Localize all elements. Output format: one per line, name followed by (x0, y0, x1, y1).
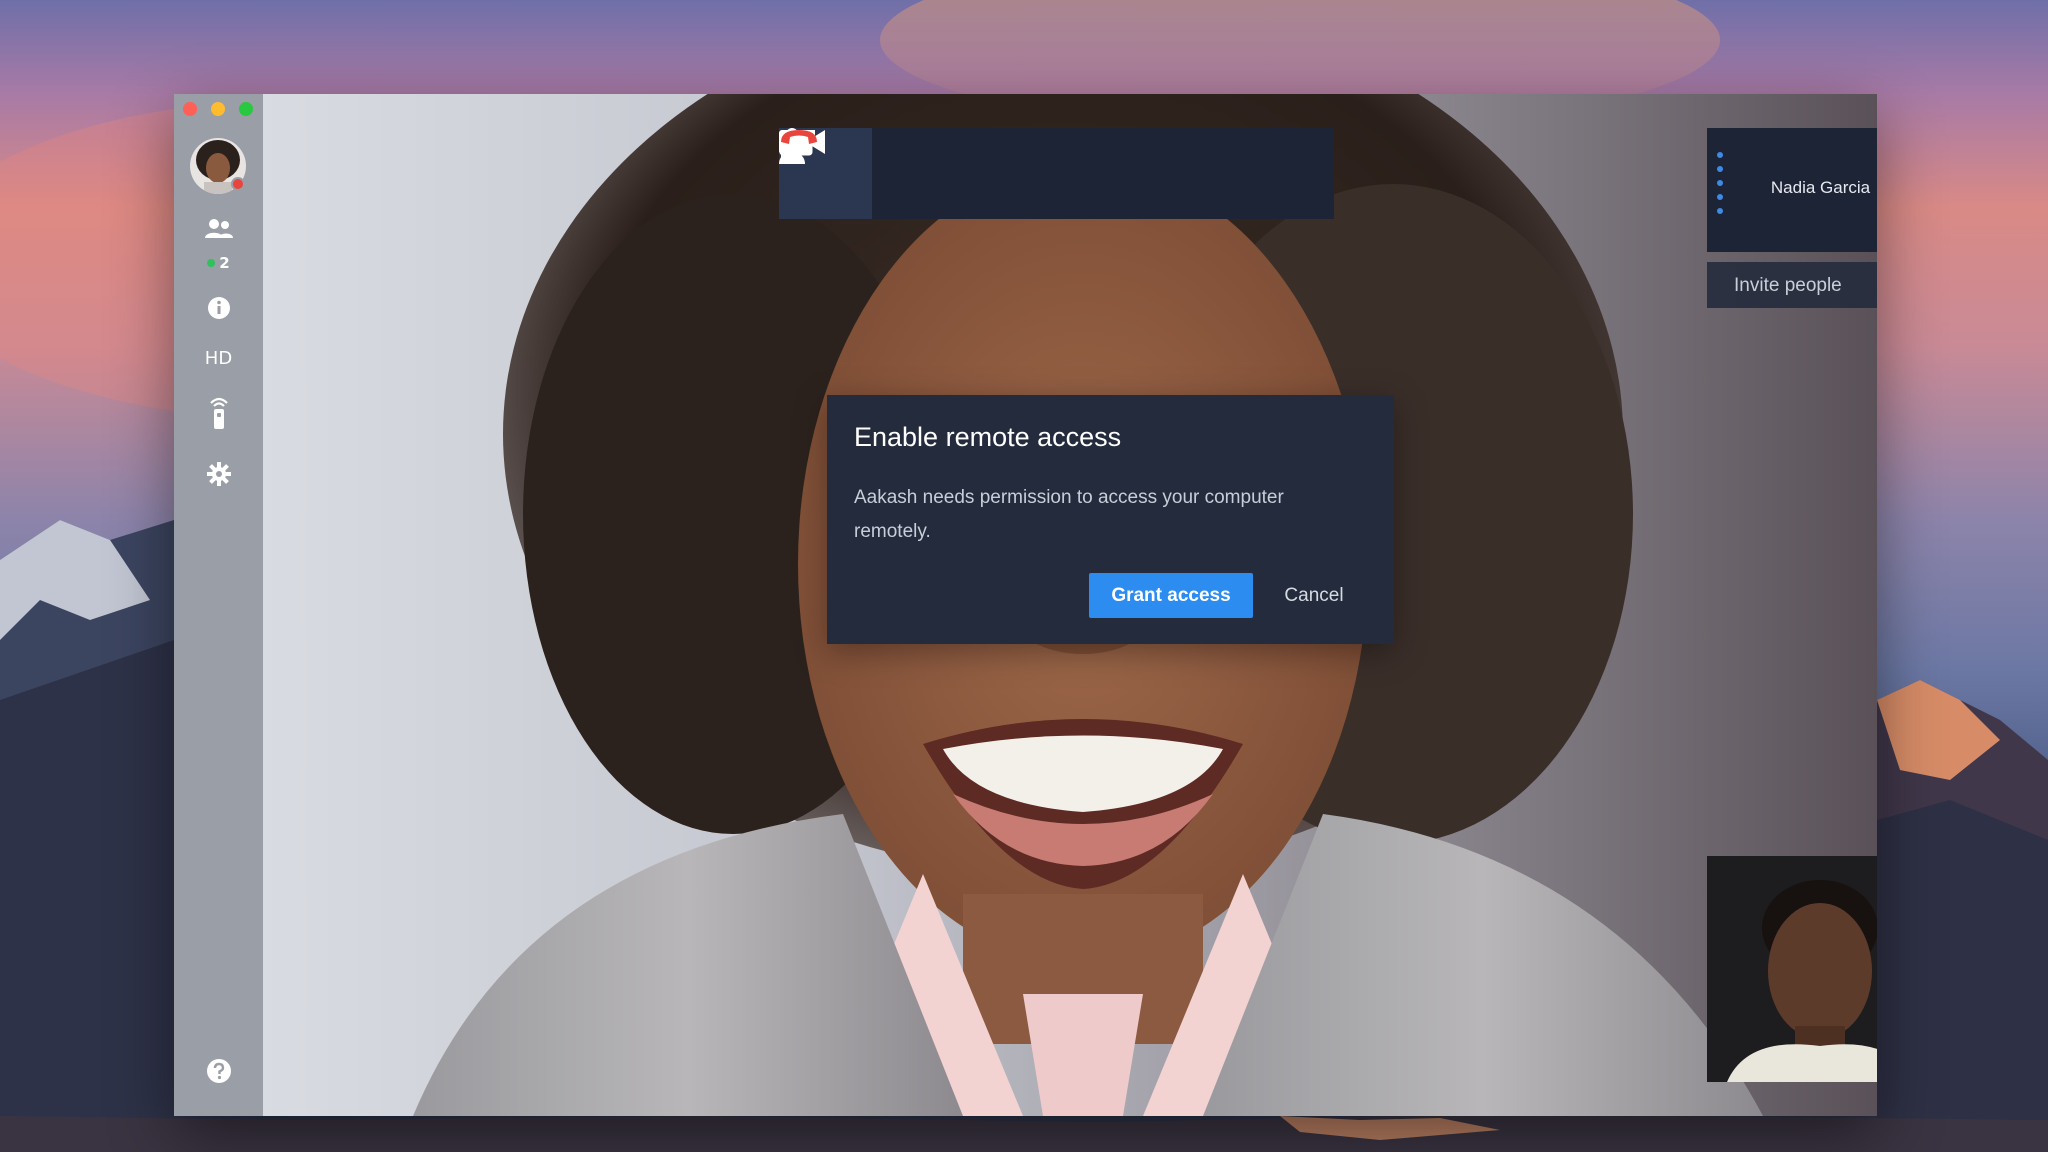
grant-access-button[interactable]: Grant access (1089, 573, 1253, 618)
hang-up-button[interactable] (781, 128, 1335, 219)
dialog-message: Aakash needs permission to access your c… (854, 487, 1284, 542)
app-window: 2 HD Nadia Garcia Invite people Enable r… (174, 94, 1877, 1116)
sidebar-rail: 2 HD (174, 94, 263, 1116)
self-view-feed (1707, 856, 1877, 1082)
cancel-button[interactable]: Cancel (1264, 573, 1364, 618)
call-toolbar (779, 128, 1334, 219)
window-maximize-button[interactable] (239, 102, 253, 116)
user-avatar[interactable] (190, 138, 246, 194)
remote-video-stage: Nadia Garcia Invite people Enable remote… (263, 94, 1877, 1116)
info-icon (207, 297, 230, 319)
help-icon (206, 1059, 231, 1083)
avatar-icon (190, 138, 246, 194)
participants-count-label: 2 (219, 254, 230, 272)
remote-control-button[interactable] (174, 396, 263, 430)
hang-up-icon (781, 130, 817, 144)
remote-control-icon (209, 397, 228, 429)
fullscreen-button[interactable] (781, 128, 1242, 219)
hd-quality-toggle[interactable]: HD (174, 348, 263, 369)
window-close-button[interactable] (183, 102, 197, 116)
participants-button[interactable] (174, 218, 263, 240)
microphone-button[interactable] (779, 128, 965, 219)
participants-count: 2 (174, 254, 263, 272)
screen-share-button[interactable] (779, 128, 1150, 219)
participant-name[interactable]: Nadia Garcia (1707, 178, 1877, 198)
remote-access-dialog: Enable remote access Aakash needs permis… (827, 395, 1394, 644)
help-button[interactable] (174, 1058, 263, 1084)
online-status-dot (207, 259, 216, 267)
gear-icon (206, 462, 231, 486)
invite-people-label[interactable]: Invite people (1734, 275, 1842, 297)
dialog-title: Enable remote access (854, 422, 1122, 452)
participants-panel: Nadia Garcia (1707, 128, 1877, 252)
window-minimize-button[interactable] (211, 102, 225, 116)
add-participant-button[interactable] (779, 128, 1057, 219)
settings-button[interactable] (174, 462, 263, 486)
self-view-video[interactable] (1707, 856, 1877, 1082)
people-icon (204, 219, 233, 238)
invite-people-control[interactable]: Invite people (1707, 262, 1877, 308)
info-button[interactable] (174, 296, 263, 320)
